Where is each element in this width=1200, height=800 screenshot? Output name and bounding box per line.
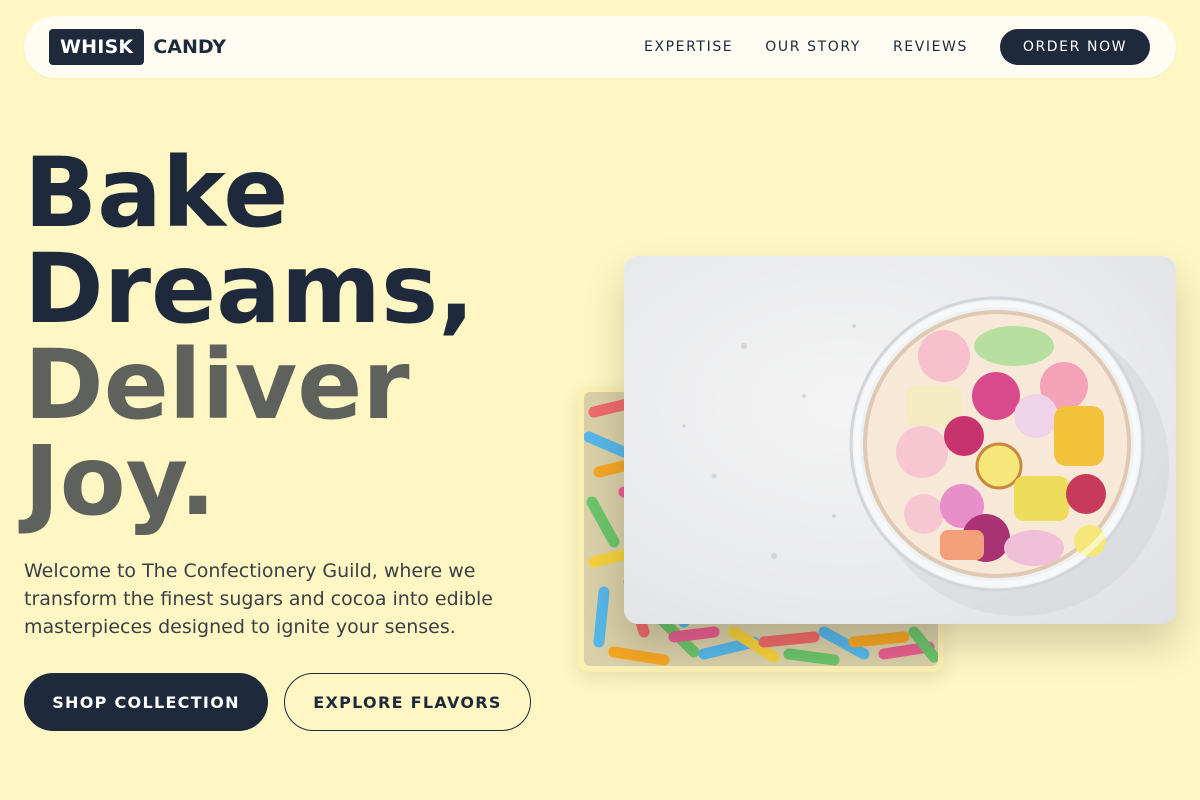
logo-box: WHISK <box>49 29 145 65</box>
logo-text: CANDY <box>153 36 227 58</box>
headline-line-deliver: Deliver <box>24 329 410 441</box>
nav-link-reviews[interactable]: REVIEWS <box>893 39 968 55</box>
explore-flavors-button[interactable]: EXPLORE FLAVORS <box>284 673 531 731</box>
hero-intro: Welcome to The Confectionery Guild, wher… <box>24 560 493 638</box>
nav-link-our-story[interactable]: OUR STORY <box>765 39 861 55</box>
logo[interactable]: WHISK CANDY <box>49 29 226 65</box>
nav-links: EXPERTISE OUR STORY REVIEWS ORDER NOW <box>644 29 1150 65</box>
nav-link-expertise[interactable]: EXPERTISE <box>644 39 733 55</box>
candy-jar-illustration <box>682 296 1169 616</box>
shop-collection-button[interactable]: SHOP COLLECTION <box>24 673 268 731</box>
page: WHISK CANDY EXPERTISE OUR STORY REVIEWS … <box>0 0 1200 800</box>
hero-headline: Bake Dreams, Deliver Joy. <box>24 145 475 529</box>
navbar: WHISK CANDY EXPERTISE OUR STORY REVIEWS … <box>24 16 1176 78</box>
headline-line-joy: Joy. <box>24 425 216 537</box>
headline-line-dreams: Dreams, <box>24 233 475 345</box>
candy-jar-image <box>624 256 1176 624</box>
order-now-button[interactable]: ORDER NOW <box>1000 29 1150 65</box>
headline-line-bake: Bake <box>24 137 289 249</box>
